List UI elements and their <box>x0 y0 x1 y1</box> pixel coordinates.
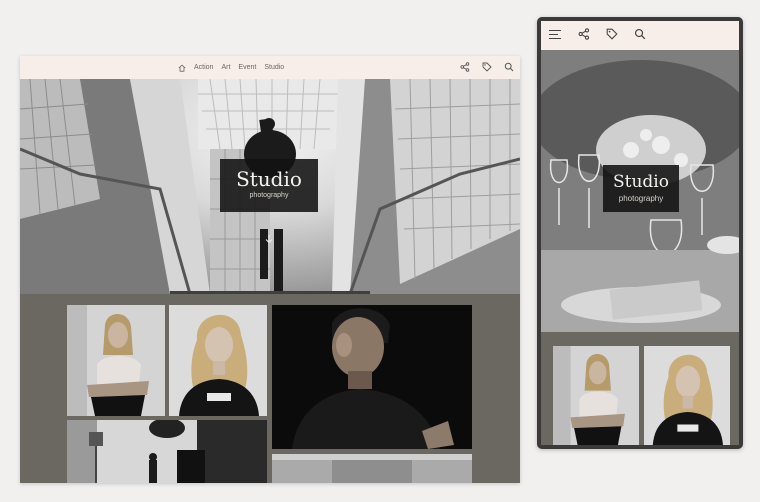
desktop-gallery <box>20 294 520 483</box>
mobile-hero-image: Studio photography <box>541 50 739 332</box>
nav-link-studio[interactable]: Studio <box>264 64 284 71</box>
mobile-preview: Studio photography <box>537 17 743 449</box>
desktop-hero-title-box: Studio photography <box>220 159 318 212</box>
desktop-hero-image: Studio photography <box>20 79 520 294</box>
arrow-down-icon[interactable] <box>264 231 274 249</box>
desktop-navbar: Action Art Event Studio <box>20 56 520 79</box>
mobile-navbar <box>541 21 739 50</box>
gallery-photo-1[interactable] <box>67 305 165 416</box>
share-icon[interactable] <box>578 27 590 45</box>
gallery-photo-5[interactable] <box>272 454 472 483</box>
desktop-hero-title: Studio <box>236 167 302 191</box>
nav-link-art[interactable]: Art <box>221 64 230 71</box>
desktop-nav-links: Action Art Event Studio <box>178 56 284 79</box>
search-icon[interactable] <box>504 59 514 77</box>
search-icon[interactable] <box>634 27 646 45</box>
tag-icon[interactable] <box>482 59 492 77</box>
mobile-gallery-photo-2[interactable] <box>644 346 730 445</box>
tag-icon[interactable] <box>606 27 618 45</box>
mobile-hero-title-box: Studio photography <box>603 165 679 212</box>
share-icon[interactable] <box>460 59 470 77</box>
mobile-hero-title: Studio <box>613 172 669 192</box>
nav-link-event[interactable]: Event <box>238 64 256 71</box>
nav-link-action[interactable]: Action <box>194 64 213 71</box>
desktop-nav-tools <box>460 56 514 79</box>
mobile-screen: Studio photography <box>541 21 739 445</box>
gallery-photo-3[interactable] <box>272 305 472 449</box>
gallery-photo-4[interactable] <box>67 420 267 483</box>
menu-icon[interactable] <box>549 27 562 45</box>
mobile-hero-subtitle: photography <box>618 194 664 203</box>
mobile-gallery-photo-1[interactable] <box>553 346 639 445</box>
desktop-preview: Action Art Event Studio Studio photograp… <box>20 56 520 483</box>
desktop-hero-subtitle: photography <box>249 192 289 199</box>
gallery-photo-2[interactable] <box>169 305 267 416</box>
home-icon[interactable] <box>178 64 186 72</box>
